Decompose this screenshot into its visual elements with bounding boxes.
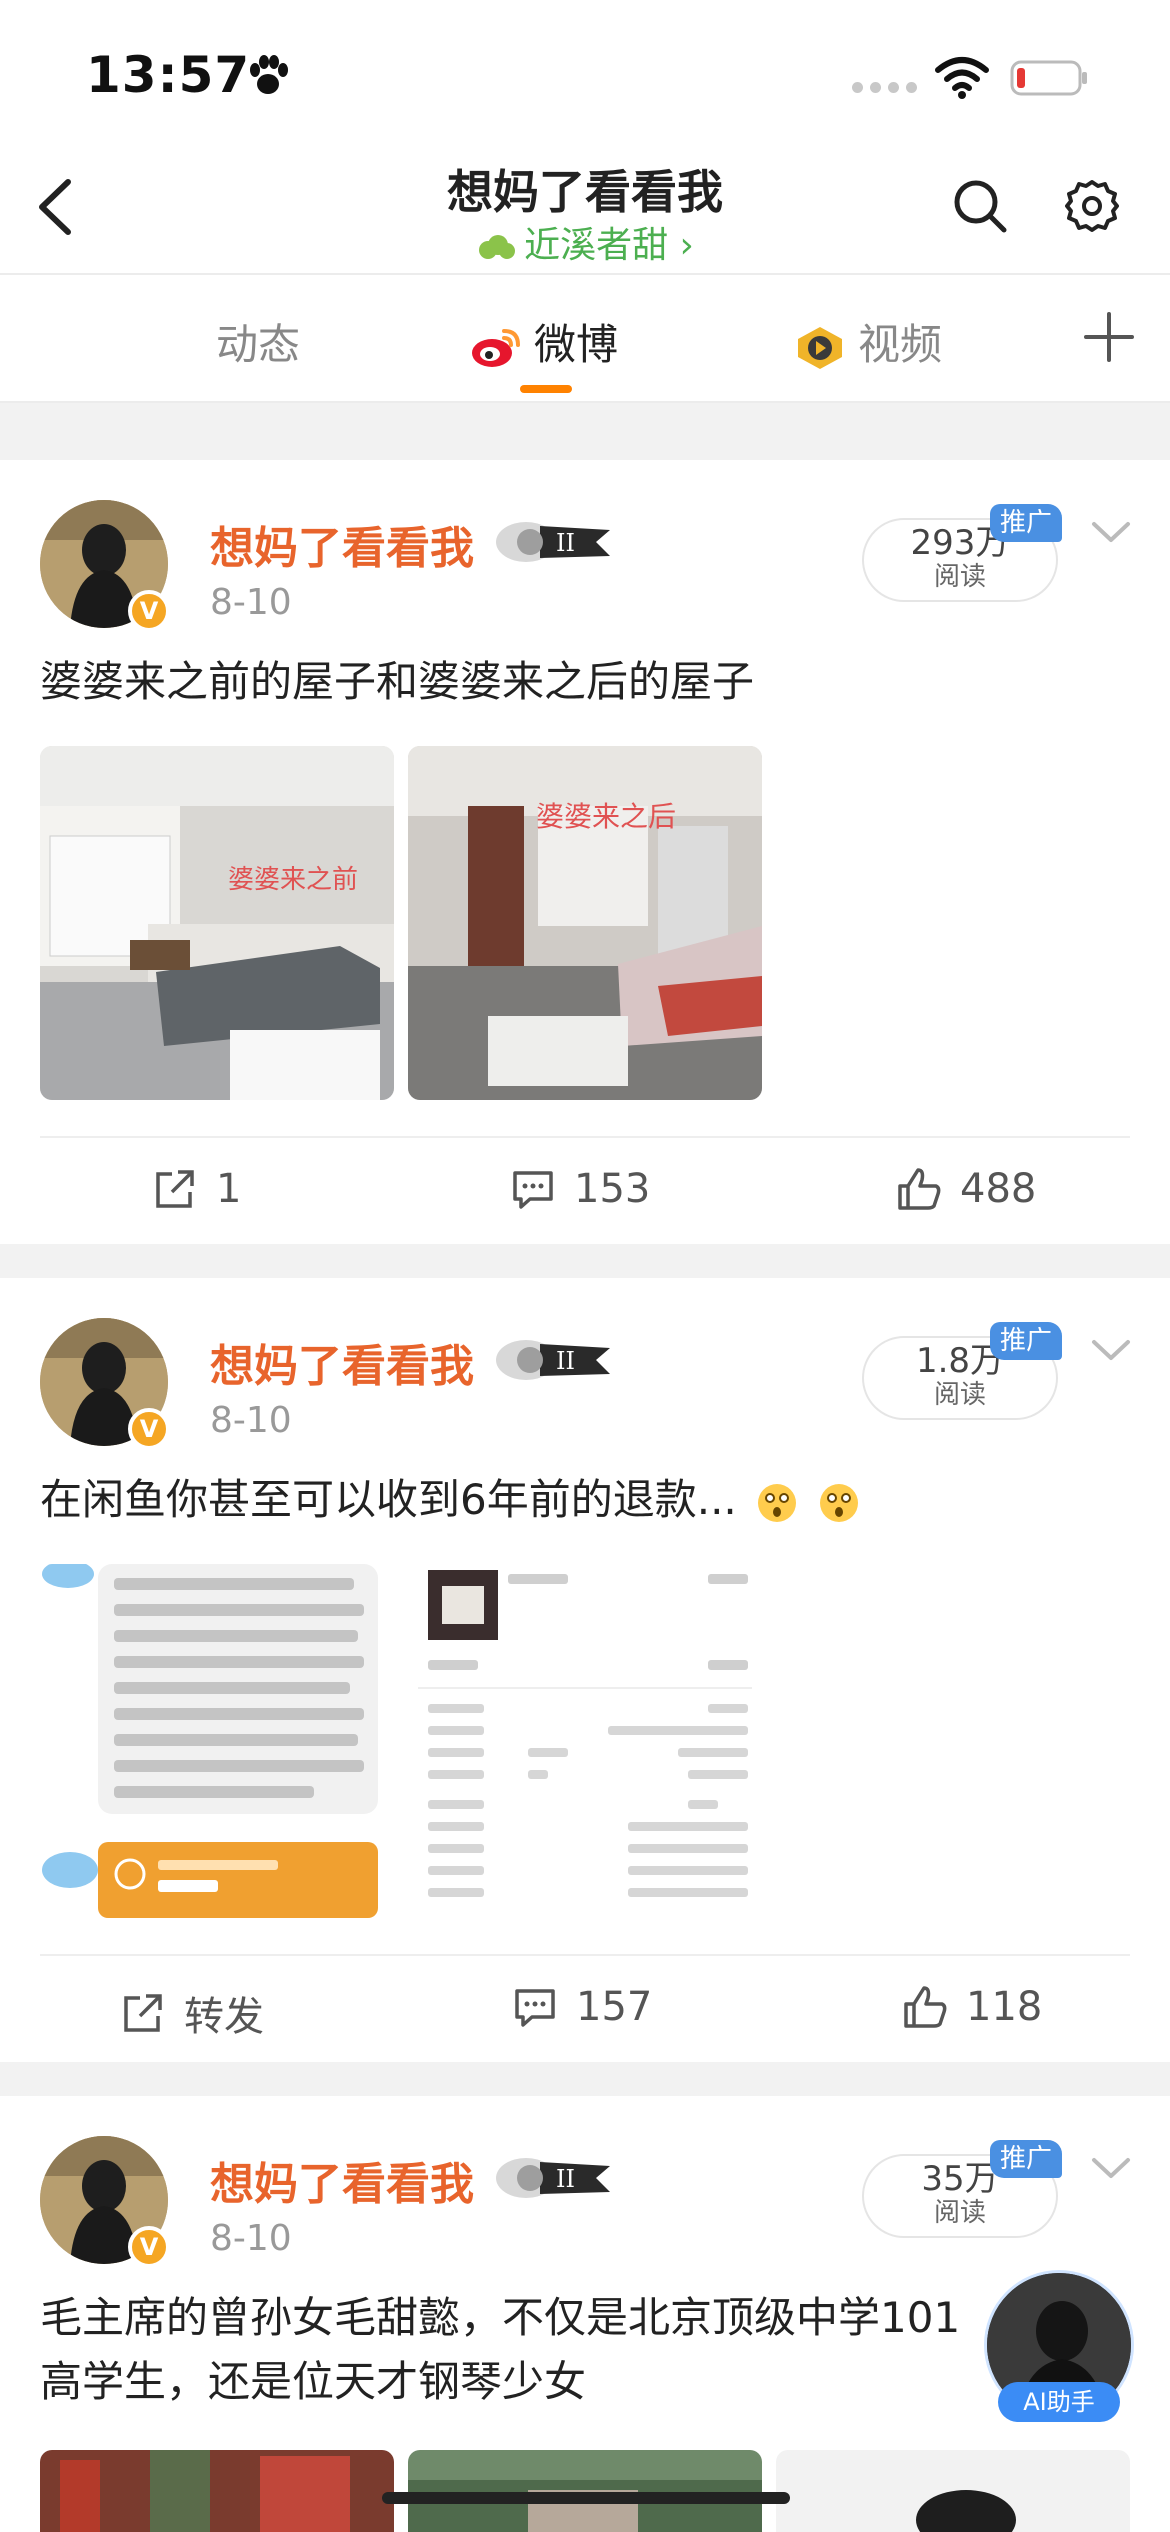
post-text: 婆婆来之前的屋子和婆婆来之后的屋子 — [40, 657, 755, 706]
wifi-icon — [935, 57, 989, 99]
reads-label: 阅读 — [933, 2198, 986, 2228]
paw-icon — [250, 55, 288, 94]
tab-video[interactable]: 视频 — [792, 311, 942, 372]
post-image[interactable] — [776, 2450, 1130, 2532]
repost-button[interactable]: 转发 — [120, 1984, 264, 2042]
comment-icon — [513, 1171, 553, 1209]
home-indicator[interactable] — [382, 2492, 790, 2504]
post-actions: 转发 157 118 — [40, 1954, 1130, 2064]
like-button[interactable]: 118 — [902, 1984, 1042, 2030]
tab-feed-label: 动态 — [216, 320, 301, 369]
weibo-icon — [472, 328, 520, 367]
tab-bar: 动态 微博 视频 — [0, 275, 1170, 403]
post-image[interactable] — [408, 2450, 762, 2532]
tab-weibo-label: 微博 — [534, 320, 619, 369]
image-caption-after: 婆婆来之后 — [536, 800, 676, 833]
repost-icon — [124, 1994, 162, 2032]
post-card[interactable]: V 想妈了看看我 II 8-10 293万 阅读 推广 婆婆来之前的屋子和婆婆来… — [0, 460, 1170, 1244]
cloud-icon — [479, 235, 516, 259]
comment-count: 157 — [576, 1984, 653, 2030]
post-image[interactable] — [40, 2450, 394, 2532]
post-image[interactable] — [40, 1564, 394, 1918]
post-image[interactable]: 婆婆来之后 — [408, 746, 762, 1100]
comment-button[interactable]: 157 — [512, 1984, 652, 2030]
chevron-down-icon[interactable] — [1090, 1336, 1132, 1366]
group-link-label: 近溪者甜 › — [524, 225, 694, 266]
author-name[interactable]: 想妈了看看我 — [210, 2148, 474, 2212]
like-count: 118 — [966, 1984, 1043, 2030]
comment-count: 153 — [574, 1166, 651, 1212]
like-icon — [904, 1986, 947, 2028]
like-icon — [898, 1168, 941, 1210]
search-icon[interactable] — [950, 176, 1010, 236]
astonished-emoji-icon — [758, 1483, 797, 1522]
post-date: 8-10 — [210, 1400, 292, 1441]
post-card[interactable]: V 想妈了看看我 II 8-10 1.8万 阅读 推广 在闲鱼你甚至可以收到6年… — [0, 1278, 1170, 2062]
post-date: 8-10 — [210, 2218, 292, 2259]
promo-badge: 推广 — [990, 504, 1063, 542]
verified-badge-icon: V — [128, 1408, 170, 1450]
battery-icon — [1010, 60, 1087, 96]
author-name[interactable]: 想妈了看看我 — [210, 1330, 474, 1394]
add-tab-icon[interactable] — [1082, 310, 1136, 364]
post-date: 8-10 — [210, 582, 292, 623]
like-button[interactable]: 488 — [896, 1166, 1036, 1212]
signal-icon — [852, 82, 917, 93]
ai-assistant-label: AI助手 — [998, 2382, 1120, 2422]
chevron-down-icon[interactable] — [1090, 2154, 1132, 2184]
repost-label: 转发 — [184, 1994, 264, 2040]
chevron-down-icon[interactable] — [1090, 518, 1132, 548]
author-name[interactable]: 想妈了看看我 — [210, 512, 474, 576]
repost-button[interactable]: 1 — [152, 1166, 241, 1212]
repost-icon — [156, 1170, 194, 1208]
level-badge-icon: II — [496, 1340, 610, 1380]
video-icon — [798, 326, 842, 369]
svg-text:II: II — [556, 2165, 575, 2193]
reads-label: 阅读 — [933, 562, 986, 592]
repost-count: 1 — [216, 1166, 242, 1212]
promo-badge: 推广 — [990, 2140, 1063, 2178]
astonished-emoji-icon — [819, 1483, 858, 1522]
tab-weibo[interactable]: 微博 — [468, 311, 618, 372]
post-image[interactable] — [408, 1564, 762, 1918]
comment-icon — [515, 1989, 555, 2027]
status-bar: 13:57 — [0, 0, 1170, 150]
post-actions: 1 153 488 — [40, 1136, 1130, 1246]
promo-badge: 推广 — [990, 1322, 1063, 1360]
active-tab-indicator — [520, 385, 572, 393]
level-badge-icon: II — [496, 522, 610, 562]
svg-text:II: II — [556, 1347, 575, 1375]
level-badge-icon: II — [496, 2158, 610, 2198]
svg-text:II: II — [556, 529, 575, 557]
reads-label: 阅读 — [933, 1380, 986, 1410]
status-time: 13:57 — [86, 46, 251, 104]
image-caption-before: 婆婆来之前 — [228, 865, 358, 895]
tab-feed[interactable]: 动态 — [216, 311, 300, 372]
verified-badge-icon: V — [128, 2226, 170, 2268]
tab-video-label: 视频 — [858, 320, 943, 369]
ai-assistant-button[interactable]: AI助手 — [984, 2270, 1134, 2430]
post-text: 毛主席的曾孙女毛甜懿，不仅是北京顶级中学101高学生，还是位天才钢琴少女 — [40, 2293, 961, 2406]
post-text: 在闲鱼你甚至可以收到6年前的退款... — [40, 1468, 1130, 1532]
like-count: 488 — [960, 1166, 1037, 1212]
comment-button[interactable]: 153 — [510, 1166, 650, 1212]
top-navigation-bar: 想妈了看看我 近溪者甜 › — [0, 150, 1170, 275]
verified-badge-icon: V — [128, 590, 170, 632]
post-text-body: 在闲鱼你甚至可以收到6年前的退款... — [40, 1475, 737, 1524]
gear-icon[interactable] — [1062, 176, 1122, 236]
post-image[interactable]: 婆婆来之前 — [40, 746, 394, 1100]
